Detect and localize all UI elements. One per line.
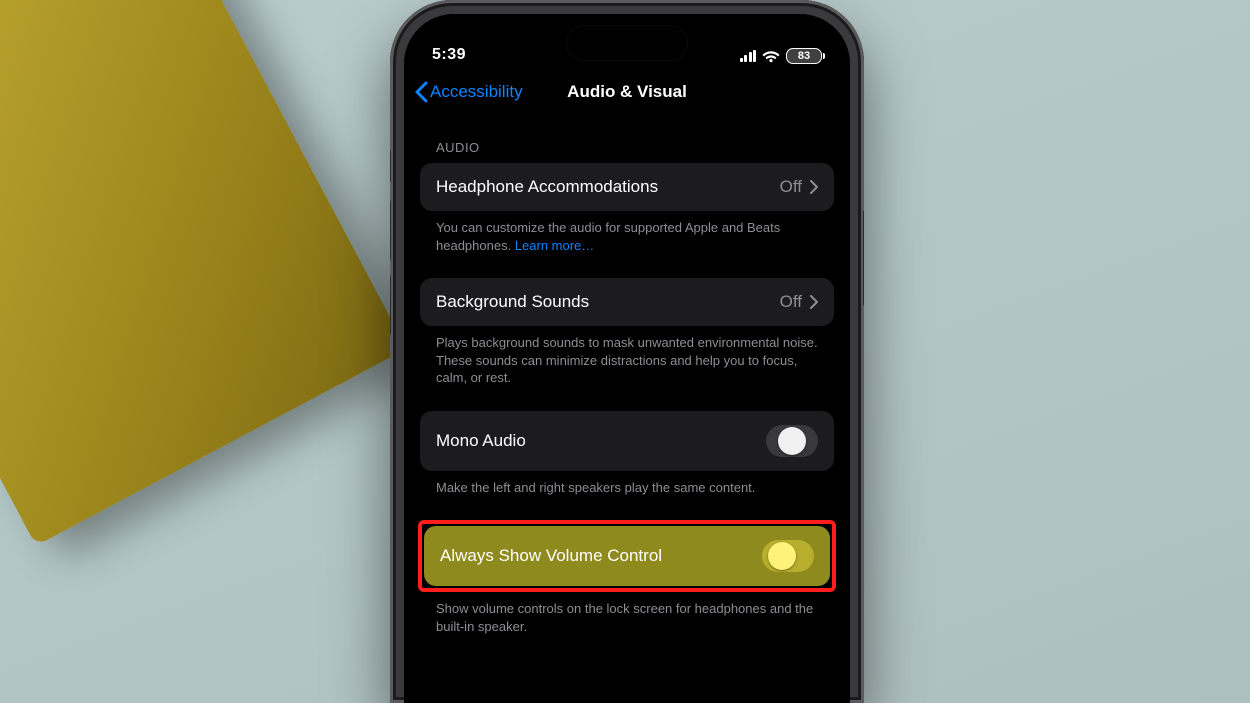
settings-content: AUDIO Headphone Accommodations Off You c… [404, 114, 850, 635]
headphone-accommodations-value: Off [780, 177, 802, 197]
always-show-volume-toggle[interactable] [762, 540, 814, 572]
screen: 5:39 83 [404, 14, 850, 703]
always-show-volume-row[interactable]: Always Show Volume Control [424, 526, 830, 586]
always-show-volume-footer: Show volume controls on the lock screen … [420, 592, 834, 635]
iphone-frame: 5:39 83 [390, 0, 864, 703]
battery-level: 83 [798, 50, 810, 62]
nav-header: Accessibility Audio & Visual [404, 70, 850, 114]
cellular-icon [740, 50, 757, 62]
chevron-right-icon [810, 295, 818, 309]
background-sounds-row[interactable]: Background Sounds Off [420, 278, 834, 326]
status-time: 5:39 [432, 46, 466, 70]
background-sounds-value: Off [780, 292, 802, 312]
battery-indicator: 83 [786, 48, 822, 64]
learn-more-link[interactable]: Learn more… [515, 238, 594, 253]
audio-section-label: AUDIO [420, 126, 834, 163]
status-bar: 5:39 83 [404, 14, 850, 70]
scene: 5:39 83 [0, 0, 1250, 703]
background-sounds-label: Background Sounds [436, 292, 589, 312]
always-show-volume-label: Always Show Volume Control [440, 546, 662, 566]
background-sounds-footer: Plays background sounds to mask unwanted… [420, 326, 834, 387]
mono-audio-row[interactable]: Mono Audio [420, 411, 834, 471]
book-prop [0, 0, 407, 546]
headphone-accommodations-label: Headphone Accommodations [436, 177, 658, 197]
wifi-icon [762, 49, 780, 63]
headphone-accommodations-footer: You can customize the audio for supporte… [420, 211, 834, 254]
annotation-highlight-box: Always Show Volume Control [418, 520, 836, 592]
mono-audio-toggle[interactable] [766, 425, 818, 457]
volume-up-button [390, 200, 391, 260]
headphone-accommodations-row[interactable]: Headphone Accommodations Off [420, 163, 834, 211]
chevron-right-icon [810, 180, 818, 194]
mono-audio-footer: Make the left and right speakers play th… [420, 471, 834, 497]
mono-audio-label: Mono Audio [436, 431, 526, 451]
back-button[interactable]: Accessibility [404, 81, 523, 103]
mute-switch [390, 150, 391, 182]
volume-down-button [390, 275, 391, 335]
back-label: Accessibility [430, 82, 523, 102]
chevron-left-icon [414, 81, 428, 103]
side-button [863, 210, 864, 306]
